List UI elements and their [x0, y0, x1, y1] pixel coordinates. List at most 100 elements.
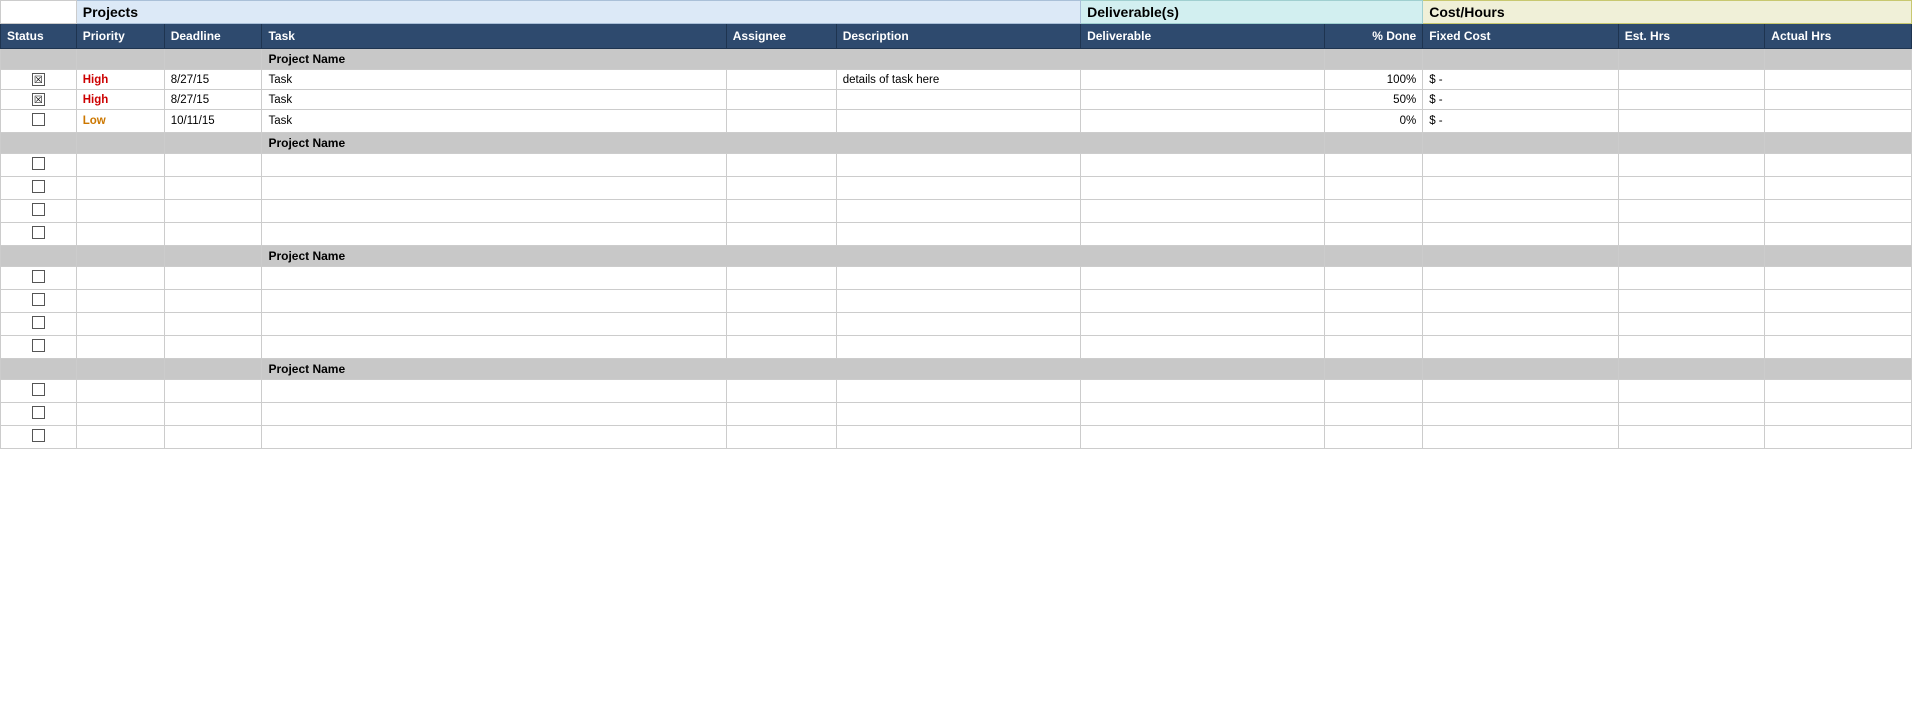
checkbox-unchecked[interactable] — [32, 429, 45, 442]
deadline-cell — [164, 200, 262, 223]
deliverable-cell — [1081, 267, 1325, 290]
project-name-deadline-cell — [164, 359, 262, 380]
status-cell[interactable] — [1, 223, 77, 246]
checkbox-unchecked[interactable] — [32, 293, 45, 306]
project-name-deadline-cell — [164, 133, 262, 154]
project-name-pct-cell — [1325, 133, 1423, 154]
actualhrs-cell — [1765, 90, 1912, 110]
status-cell[interactable] — [1, 403, 77, 426]
col-header-assignee: Assignee — [726, 24, 836, 49]
project-name-actual-cell — [1765, 49, 1912, 70]
priority-cell — [76, 403, 164, 426]
project-name-row: Project Name — [1, 246, 1912, 267]
description-cell — [836, 426, 1080, 449]
deadline-cell — [164, 313, 262, 336]
status-cell[interactable] — [1, 110, 77, 133]
checkbox-unchecked[interactable] — [32, 157, 45, 170]
checkbox-checked[interactable]: ☒ — [32, 93, 45, 106]
deadline-cell: 8/27/15 — [164, 70, 262, 90]
status-cell[interactable]: ☒ — [1, 70, 77, 90]
status-cell[interactable]: ☒ — [1, 90, 77, 110]
assignee-cell — [726, 154, 836, 177]
fixedcost-cell — [1423, 403, 1618, 426]
table-row — [1, 313, 1912, 336]
status-cell[interactable] — [1, 154, 77, 177]
status-cell[interactable] — [1, 426, 77, 449]
status-cell[interactable] — [1, 380, 77, 403]
checkbox-unchecked[interactable] — [32, 113, 45, 126]
deadline-cell — [164, 426, 262, 449]
col-header-esthrs: Est. Hrs — [1618, 24, 1765, 49]
project-name-deadline-cell — [164, 49, 262, 70]
task-cell — [262, 380, 726, 403]
project-name-deadline-cell — [164, 246, 262, 267]
checkbox-unchecked[interactable] — [32, 203, 45, 216]
fixedcost-cell — [1423, 200, 1618, 223]
checkbox-unchecked[interactable] — [32, 316, 45, 329]
fixedcost-cell: $ - — [1423, 110, 1618, 133]
col-header-status: Status — [1, 24, 77, 49]
table-row — [1, 154, 1912, 177]
status-cell[interactable] — [1, 313, 77, 336]
actualhrs-cell — [1765, 154, 1912, 177]
pctdone-cell — [1325, 403, 1423, 426]
project-name-est-cell — [1618, 133, 1765, 154]
table-row — [1, 380, 1912, 403]
project-name-pct-cell — [1325, 359, 1423, 380]
status-cell[interactable] — [1, 177, 77, 200]
deadline-cell — [164, 177, 262, 200]
esthrs-cell — [1618, 200, 1765, 223]
project-name-actual-cell — [1765, 359, 1912, 380]
project-name-est-cell — [1618, 246, 1765, 267]
checkbox-unchecked[interactable] — [32, 226, 45, 239]
actualhrs-cell — [1765, 223, 1912, 246]
col-header-actualhrs: Actual Hrs — [1765, 24, 1912, 49]
task-cell — [262, 336, 726, 359]
checkbox-unchecked[interactable] — [32, 180, 45, 193]
column-header-row: Status Priority Deadline Task Assignee D… — [1, 24, 1912, 49]
pctdone-cell — [1325, 380, 1423, 403]
table-row — [1, 336, 1912, 359]
esthrs-cell — [1618, 70, 1765, 90]
project-name-pct-cell — [1325, 49, 1423, 70]
deadline-cell: 10/11/15 — [164, 110, 262, 133]
col-header-pctdone: % Done — [1325, 24, 1423, 49]
checkbox-unchecked[interactable] — [32, 406, 45, 419]
esthrs-cell — [1618, 380, 1765, 403]
description-cell — [836, 200, 1080, 223]
project-name-pct-cell — [1325, 246, 1423, 267]
priority-cell — [76, 426, 164, 449]
status-cell[interactable] — [1, 336, 77, 359]
col-header-deliverable: Deliverable — [1081, 24, 1325, 49]
deadline-cell — [164, 336, 262, 359]
priority-cell — [76, 313, 164, 336]
checkbox-unchecked[interactable] — [32, 270, 45, 283]
priority-cell — [76, 336, 164, 359]
task-cell: Task — [262, 110, 726, 133]
checkbox-unchecked[interactable] — [32, 339, 45, 352]
priority-cell: Low — [76, 110, 164, 133]
project-name-priority-cell — [76, 49, 164, 70]
deliverable-cell — [1081, 223, 1325, 246]
task-cell: Task — [262, 90, 726, 110]
table-row — [1, 223, 1912, 246]
status-cell[interactable] — [1, 267, 77, 290]
checkbox-checked[interactable]: ☒ — [32, 73, 45, 86]
deadline-cell — [164, 403, 262, 426]
group-projects-label: Projects — [76, 1, 1080, 24]
fixedcost-cell — [1423, 380, 1618, 403]
status-cell[interactable] — [1, 200, 77, 223]
pctdone-cell — [1325, 177, 1423, 200]
assignee-cell — [726, 223, 836, 246]
actualhrs-cell — [1765, 336, 1912, 359]
task-cell — [262, 290, 726, 313]
checkbox-unchecked[interactable] — [32, 383, 45, 396]
fixedcost-cell — [1423, 154, 1618, 177]
description-cell — [836, 380, 1080, 403]
priority-cell — [76, 290, 164, 313]
project-name-fixed-cell — [1423, 359, 1618, 380]
fixedcost-cell — [1423, 223, 1618, 246]
project-name-fixed-cell — [1423, 49, 1618, 70]
task-cell — [262, 267, 726, 290]
status-cell[interactable] — [1, 290, 77, 313]
